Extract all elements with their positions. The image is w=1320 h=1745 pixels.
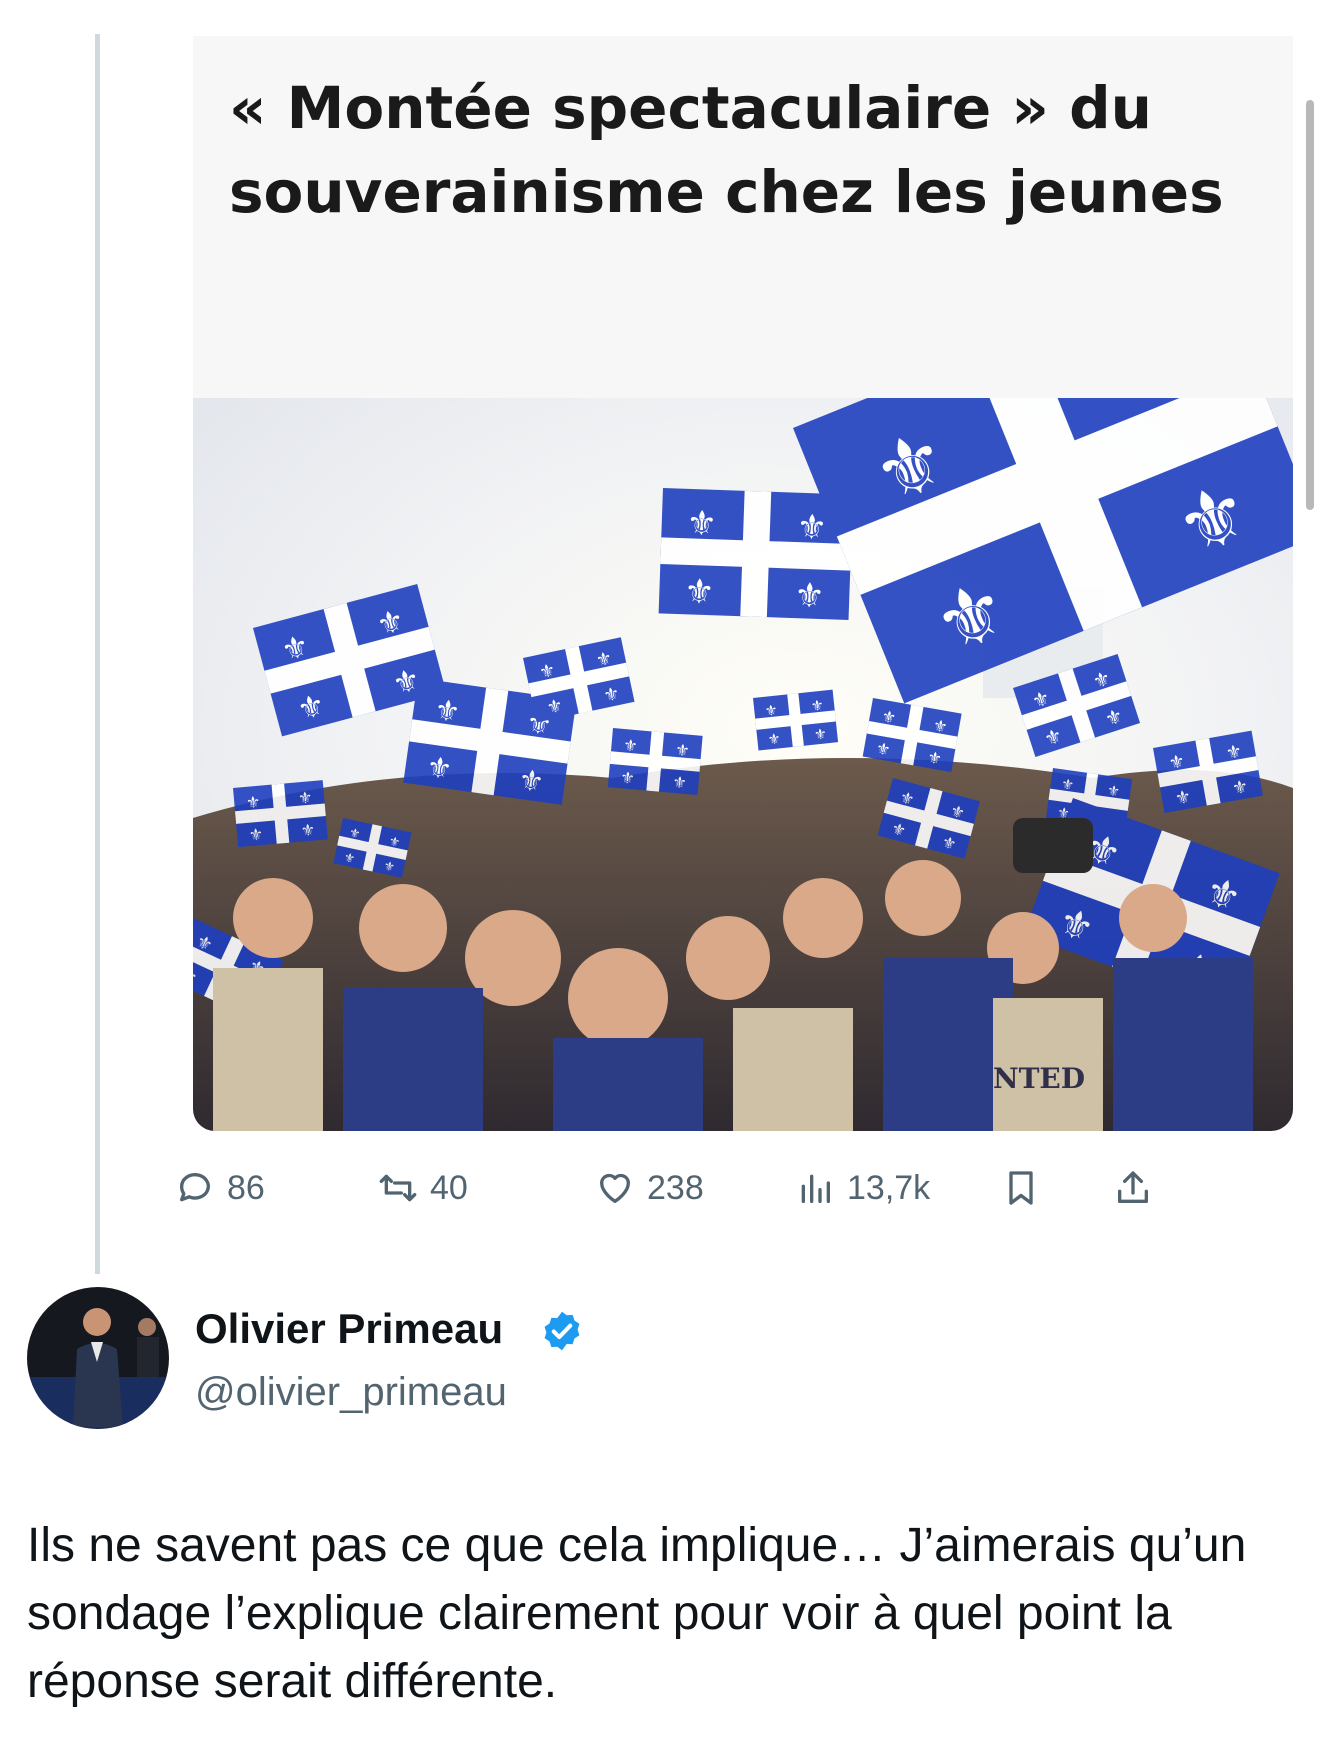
article-headline: « Montée spectaculaire » du souverainism… xyxy=(229,74,1224,226)
views-button[interactable]: 13,7k xyxy=(795,1160,930,1216)
shirt-text: NTED xyxy=(993,1062,1085,1095)
quoted-article-card[interactable]: « Montée spectaculaire » du souverainism… xyxy=(193,36,1293,1131)
share-icon xyxy=(1118,1171,1148,1203)
like-count: 238 xyxy=(647,1168,704,1207)
share-button[interactable] xyxy=(1113,1160,1153,1216)
avatar-photo xyxy=(27,1287,169,1429)
tweet-text: Ils ne savent pas ce que cela implique… … xyxy=(27,1519,1247,1708)
author-handle[interactable]: @olivier_primeau xyxy=(195,1370,507,1415)
author-name[interactable]: Olivier Primeau xyxy=(195,1305,503,1353)
reply-icon xyxy=(180,1173,210,1202)
like-button[interactable]: 238 xyxy=(595,1160,704,1216)
author-avatar[interactable] xyxy=(27,1287,169,1429)
repost-button[interactable]: 40 xyxy=(378,1160,468,1216)
tweet-action-bar: 86 40 238 13,7k xyxy=(180,1160,1293,1216)
bookmark-button[interactable] xyxy=(1001,1160,1041,1216)
article-photo: ⚜ ⚜ ⚜ ⚜ xyxy=(193,398,1293,1131)
thread-connector-line xyxy=(95,34,100,1274)
views-chart-icon xyxy=(801,1174,830,1203)
heart-icon xyxy=(600,1173,630,1203)
repost-icon xyxy=(379,1174,417,1202)
reply-count: 86 xyxy=(227,1168,265,1207)
repost-count: 40 xyxy=(430,1168,468,1207)
bookmark-icon xyxy=(1009,1171,1033,1205)
view-count: 13,7k xyxy=(847,1168,931,1207)
scrollbar[interactable] xyxy=(1306,100,1314,510)
verified-badge-icon xyxy=(544,1311,580,1351)
reply-button[interactable]: 86 xyxy=(175,1160,265,1216)
